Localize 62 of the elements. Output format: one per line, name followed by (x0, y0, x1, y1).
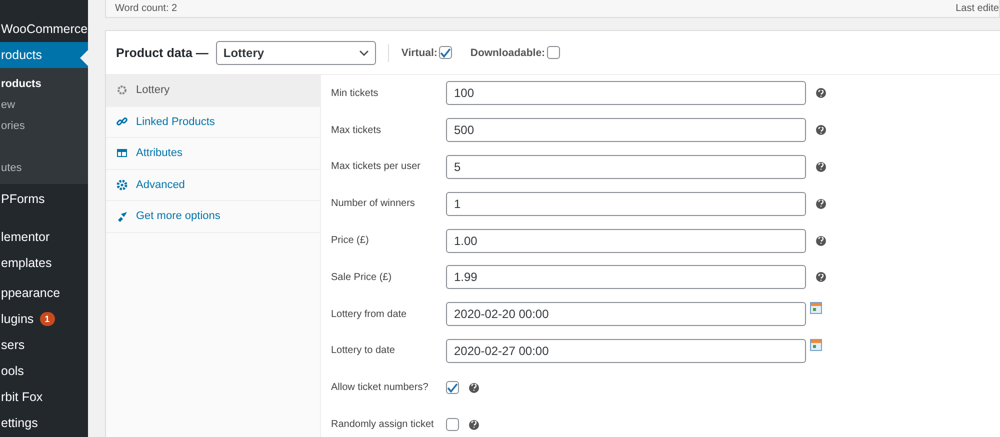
date-field[interactable]: 2020-02-27 00:00 (446, 338, 806, 363)
update-count-badge: 1 (40, 312, 55, 326)
checkbox[interactable] (446, 418, 459, 432)
menu-item[interactable]: ppearance (0, 280, 88, 306)
field-label: Randomly assign ticket (331, 419, 435, 430)
input-field[interactable]: 500 (446, 118, 806, 142)
tab[interactable]: Lottery (106, 75, 320, 106)
help-icon[interactable] (816, 125, 826, 136)
product-type-select[interactable]: Lottery (216, 40, 376, 64)
field-label: Min tickets (331, 88, 380, 99)
help-icon[interactable] (816, 88, 826, 98)
menu-item[interactable]: ettings (0, 410, 88, 436)
help-icon[interactable] (816, 236, 826, 246)
link-icon (116, 116, 128, 128)
field-label: Lottery to date (331, 345, 396, 356)
menu-item[interactable]: sers (0, 332, 88, 358)
field-label: Number of winners (331, 198, 416, 210)
help-icon[interactable] (469, 420, 479, 430)
field-label: Sale Price (£) (331, 272, 393, 283)
checkbox[interactable] (446, 381, 459, 394)
calendar-icon[interactable] (810, 338, 822, 351)
tab[interactable]: Get more options (106, 201, 320, 232)
menu-item[interactable]: lementor (0, 224, 88, 250)
panel-title: Product data — (116, 46, 208, 60)
menu-item[interactable]: emplates (0, 250, 88, 276)
menu-item[interactable]: WooCommerce (0, 16, 88, 42)
help-icon[interactable] (816, 272, 826, 282)
input-field[interactable]: 1 (446, 192, 806, 216)
table-icon (116, 147, 128, 160)
menu-item[interactable]: lugins 1 (0, 306, 88, 332)
submenu-item[interactable]: ew (0, 94, 88, 115)
help-icon[interactable] (469, 382, 479, 393)
date-field[interactable]: 2020-02-20 00:00 (446, 302, 806, 326)
checkbox[interactable] (547, 46, 560, 59)
menu-item[interactable]: ools (0, 358, 88, 384)
input-field[interactable]: 100 (446, 81, 806, 106)
last-edited-text: Last edite (956, 3, 999, 14)
checkbox-label: Virtual: (401, 46, 438, 58)
tab[interactable]: Attributes (106, 138, 320, 170)
input-field[interactable]: 1.99 (446, 265, 806, 290)
calendar-icon[interactable] (810, 302, 822, 314)
submenu-item[interactable]: utes (0, 136, 88, 184)
input-field[interactable]: 1.00 (446, 228, 806, 253)
help-icon[interactable] (816, 162, 826, 172)
input-field[interactable]: 5 (446, 154, 806, 179)
field-label: Lottery from date (331, 308, 408, 320)
menu-item[interactable]: PForms (0, 186, 88, 212)
menu-item[interactable]: rbit Fox (0, 384, 88, 410)
checkbox[interactable] (439, 46, 452, 59)
tab[interactable]: Advanced (106, 170, 320, 201)
checkbox-label: Downloadable: (470, 46, 546, 58)
word-count: Word count: 2 (115, 3, 178, 14)
menu-item[interactable]: roducts (0, 42, 88, 68)
submenu-item[interactable]: ories (0, 115, 88, 136)
field-label: Price (£) (331, 235, 370, 246)
field-label: Max tickets per user (331, 161, 422, 172)
field-label: Allow ticket numbers? (331, 382, 430, 394)
tab[interactable]: Linked Products (106, 106, 320, 138)
help-icon[interactable] (816, 198, 826, 209)
field-label: Max tickets (331, 124, 382, 136)
chevron-down-icon (359, 50, 370, 56)
submenu-item[interactable]: roducts (0, 68, 88, 94)
